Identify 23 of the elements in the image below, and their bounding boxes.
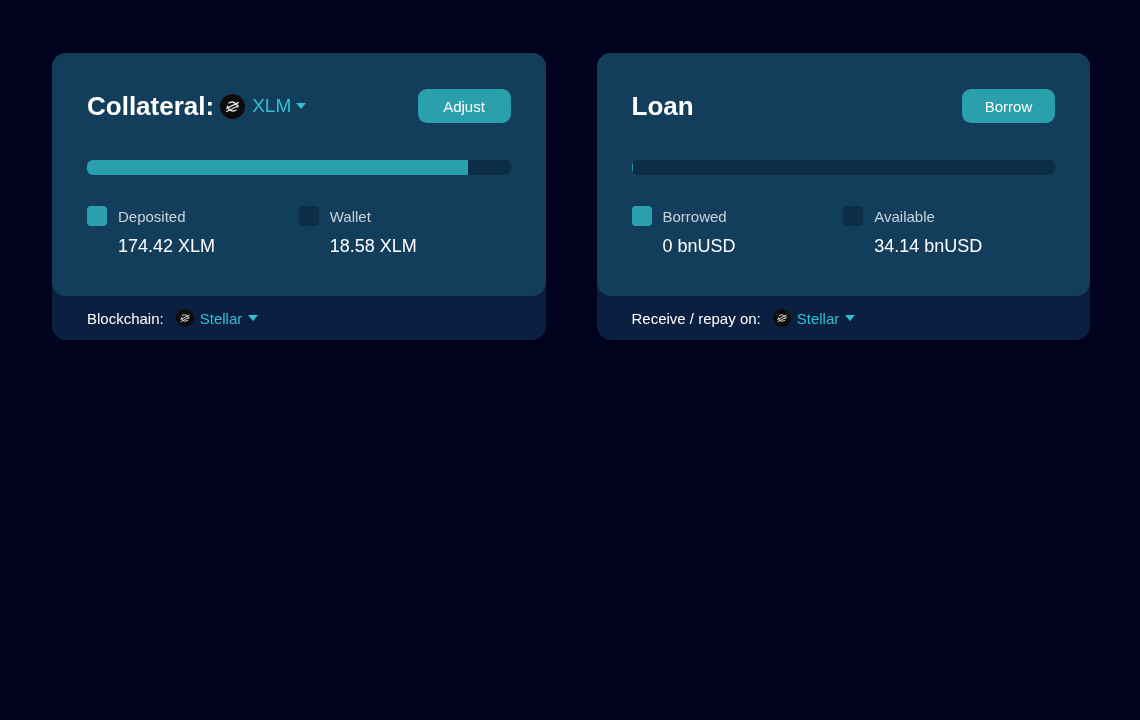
caret-icon: [248, 315, 259, 321]
legend-label: Deposited: [118, 207, 186, 225]
footer-label: Receive / repay on:: [631, 309, 761, 327]
amount-value: 174.42 XLM: [118, 236, 217, 257]
amount-value: 18.58 XLM: [329, 236, 418, 257]
action-button[interactable]: Adjust: [417, 89, 511, 123]
network-dropdown[interactable]: Stellar: [175, 309, 259, 327]
legend-label: Wallet: [329, 207, 371, 225]
footer-label: Blockchain:: [87, 309, 164, 327]
card-title: Collateral:: [87, 90, 215, 122]
amount-value: 34.14 bnUSD: [874, 236, 984, 257]
caret-icon: [296, 103, 307, 109]
action-button[interactable]: Borrow: [962, 89, 1055, 123]
asset-dropdown[interactable]: XLM: [220, 93, 307, 119]
legend-label: Available: [874, 207, 935, 225]
amount-value: 0 bnUSD: [662, 236, 737, 257]
card-title: Loan: [631, 90, 694, 122]
coin-logo-icon: [220, 93, 246, 119]
coin-logo-icon: [772, 309, 791, 327]
coin-logo-icon: [175, 309, 194, 327]
legend-label: Borrowed: [662, 207, 727, 225]
network-dropdown[interactable]: Stellar: [772, 309, 856, 327]
caret-icon: [845, 315, 856, 321]
